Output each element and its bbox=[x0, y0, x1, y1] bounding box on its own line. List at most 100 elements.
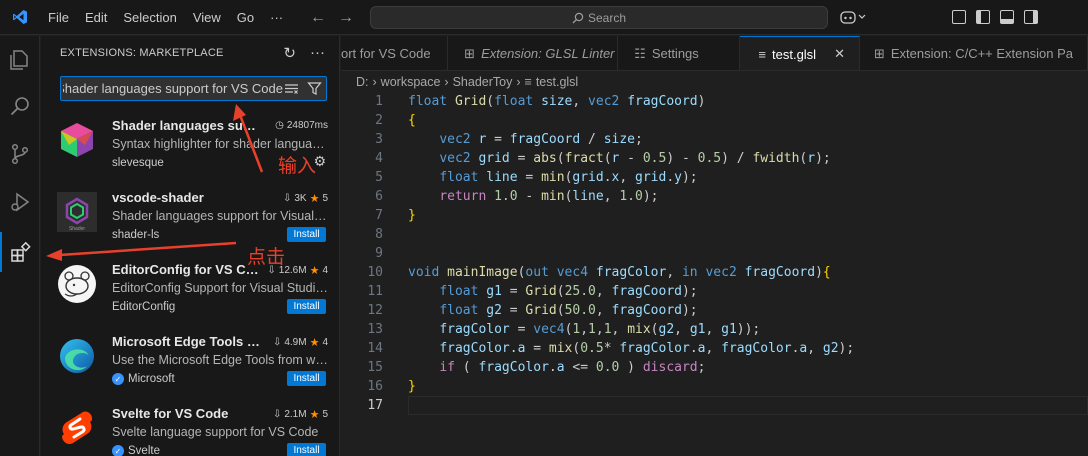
install-button[interactable]: Install bbox=[287, 227, 326, 242]
code-line[interactable]: 15 if ( fragColor.a <= 0.0 ) discard; bbox=[341, 358, 1088, 377]
code-line[interactable]: 10 void mainImage(out vec4 fragColor, in … bbox=[341, 263, 1088, 282]
breadcrumb: D: › workspace › ShaderToy › ≡ test.glsl bbox=[356, 72, 578, 92]
extension-publisher: ✓ Svelte bbox=[112, 445, 160, 456]
install-button[interactable]: Install bbox=[287, 443, 326, 456]
search-tools bbox=[284, 81, 322, 96]
extension-stats: ⇩ 3K ★ 5 bbox=[282, 193, 328, 205]
line-number: 7 bbox=[375, 208, 383, 223]
toggle-panel-icon[interactable] bbox=[1000, 10, 1014, 24]
breadcrumb-item[interactable]: workspace bbox=[381, 75, 441, 89]
line-number: 12 bbox=[367, 303, 383, 318]
code-line[interactable]: 17 bbox=[341, 396, 1088, 415]
extension-name: Svelte for VS Code bbox=[112, 406, 229, 421]
extension-item[interactable]: Microsoft Edge Tools for VS Code ⇩ 4.9M … bbox=[41, 324, 340, 396]
source-control-icon[interactable] bbox=[0, 134, 40, 174]
code-line[interactable]: 12 float g2 = Grid(50.0, fragCoord); bbox=[341, 301, 1088, 320]
explorer-icon[interactable] bbox=[0, 40, 40, 80]
code-line[interactable]: 2{ bbox=[341, 111, 1088, 130]
line-number: 3 bbox=[375, 132, 383, 147]
refresh-icon[interactable]: ↻ bbox=[283, 44, 296, 62]
code-line[interactable]: 11 float g1 = Grid(25.0, fragCoord); bbox=[341, 282, 1088, 301]
code-line[interactable]: 9 bbox=[341, 244, 1088, 263]
tab-glsl-linter[interactable]: ⊞ Extension: GLSL Linter bbox=[448, 36, 619, 70]
install-button[interactable]: Install bbox=[287, 371, 326, 386]
extension-search-input[interactable] bbox=[63, 81, 283, 96]
close-tab-icon[interactable]: ✕ bbox=[834, 46, 845, 62]
tab-cpp-extension-pack[interactable]: ⊞ Extension: C/C++ Extension Pa bbox=[860, 36, 1088, 70]
code-text: fragColor.a = mix(0.5* fragColor.a, frag… bbox=[439, 341, 855, 356]
more-actions-icon[interactable]: ··· bbox=[310, 44, 325, 62]
settings-tab-icon: ☷ bbox=[634, 45, 646, 61]
extension-publisher: ✓ Microsoft bbox=[112, 373, 175, 385]
code-line[interactable]: 7} bbox=[341, 206, 1088, 225]
code-line[interactable]: 4 vec2 grid = abs(fract(r - 0.5) - 0.5) … bbox=[341, 149, 1088, 168]
code-text: float line = min(grid.x, grid.y); bbox=[439, 170, 698, 185]
code-line[interactable]: 14 fragColor.a = mix(0.5* fragColor.a, f… bbox=[341, 339, 1088, 358]
tab-shader-extension[interactable]: ort for VS Code bbox=[341, 36, 449, 70]
layout-custom-icon[interactable] bbox=[952, 10, 966, 24]
line-number: 1 bbox=[375, 94, 383, 109]
line-number: 15 bbox=[367, 360, 383, 375]
breadcrumb-item[interactable]: test.glsl bbox=[536, 75, 578, 89]
code-line[interactable]: 16} bbox=[341, 377, 1088, 396]
editor-tabs: ort for VS Code ⊞ Extension: GLSL Linter… bbox=[341, 36, 1088, 71]
extension-description: Svelte language support for VS Code bbox=[112, 425, 319, 439]
code-line[interactable]: 5 float line = min(grid.x, grid.y); bbox=[341, 168, 1088, 187]
extension-name: Microsoft Edge Tools for VS Code bbox=[112, 334, 262, 349]
code-text: fragColor = vec4(1,1,1, mix(g2, g1, g1))… bbox=[439, 322, 761, 337]
toggle-primary-sidebar-icon[interactable] bbox=[976, 10, 990, 24]
code-text: { bbox=[408, 113, 416, 128]
chevron-right-icon: › bbox=[444, 75, 449, 89]
shader-cube-icon bbox=[57, 120, 97, 160]
code-text: void mainImage(out vec4 fragColor, in ve… bbox=[408, 265, 831, 280]
menu-file[interactable]: File bbox=[40, 10, 77, 25]
menu-edit[interactable]: Edit bbox=[77, 10, 115, 25]
run-debug-icon[interactable] bbox=[0, 182, 40, 222]
clear-filter-icon[interactable] bbox=[284, 81, 299, 96]
code-line[interactable]: 1 float Grid(float size, vec2 fragCoord) bbox=[341, 92, 1088, 111]
menu-view[interactable]: View bbox=[185, 10, 229, 25]
code-line[interactable]: 13 fragColor = vec4(1,1,1, mix(g2, g1, g… bbox=[341, 320, 1088, 339]
line-number: 8 bbox=[375, 227, 383, 242]
back-arrow-icon[interactable]: ← bbox=[310, 9, 326, 27]
extension-publisher: shader-ls bbox=[112, 229, 160, 241]
menu-go[interactable]: Go bbox=[229, 10, 262, 25]
extension-tab-icon: ⊞ bbox=[873, 45, 885, 61]
extension-description: Shader languages support for Visual Stud… bbox=[112, 209, 328, 223]
menu-selection[interactable]: Selection bbox=[115, 10, 184, 25]
tab-settings[interactable]: ☷ Settings bbox=[618, 36, 741, 70]
line-number: 9 bbox=[375, 246, 383, 261]
code-line[interactable]: 3 vec2 r = fragCoord / size; bbox=[341, 130, 1088, 149]
command-center[interactable]: Search bbox=[370, 6, 828, 29]
copilot-icon[interactable] bbox=[840, 9, 866, 28]
forward-arrow-icon[interactable]: → bbox=[338, 9, 354, 27]
extension-item[interactable]: Svelte for VS Code ⇩ 2.1M ★ 5 Svelte lan… bbox=[41, 396, 340, 456]
line-number: 13 bbox=[367, 322, 383, 337]
search-icon bbox=[572, 12, 584, 23]
extensions-sidebar: EXTENSIONS: MARKETPLACE ↻ ··· Shader lan… bbox=[41, 36, 340, 456]
search-icon[interactable] bbox=[0, 86, 40, 126]
code-editor[interactable]: 1 float Grid(float size, vec2 fragCoord) 2… bbox=[341, 92, 1088, 456]
hexagon-shader-icon: Shader bbox=[57, 192, 97, 232]
code-line[interactable]: 8 bbox=[341, 225, 1088, 244]
breadcrumb-item[interactable]: ShaderToy bbox=[453, 75, 513, 89]
star-icon: ★ bbox=[309, 337, 320, 349]
line-number: 2 bbox=[375, 113, 383, 128]
extension-item[interactable]: Shader vscode-shader ⇩ 3K ★ 5 Shader lan… bbox=[41, 180, 340, 252]
extensions-icon[interactable] bbox=[0, 232, 40, 272]
breadcrumb-item[interactable]: D: bbox=[356, 75, 369, 89]
install-button[interactable]: Install bbox=[287, 299, 326, 314]
code-text: float Grid(float size, vec2 fragCoord) bbox=[408, 94, 706, 109]
code-line[interactable]: 6 return 1.0 - min(line, 1.0); bbox=[341, 187, 1088, 206]
extension-search-box bbox=[60, 76, 327, 101]
verified-badge-icon: ✓ bbox=[112, 445, 124, 456]
menu-more[interactable]: ··· bbox=[262, 10, 291, 25]
toggle-secondary-sidebar-icon[interactable] bbox=[1024, 10, 1038, 24]
extension-name: vscode-shader bbox=[112, 190, 204, 205]
code-text: if ( fragColor.a <= 0.0 ) discard; bbox=[439, 360, 706, 375]
extension-item[interactable]: EditorConfig for VS Code ⇩ 12.6M ★ 4 Edi… bbox=[41, 252, 340, 324]
line-number: 5 bbox=[375, 170, 383, 185]
filter-icon[interactable] bbox=[307, 81, 322, 96]
tab-test-glsl[interactable]: ≡ test.glsl ✕ bbox=[740, 36, 860, 70]
code-text: return 1.0 - min(line, 1.0); bbox=[439, 189, 659, 204]
